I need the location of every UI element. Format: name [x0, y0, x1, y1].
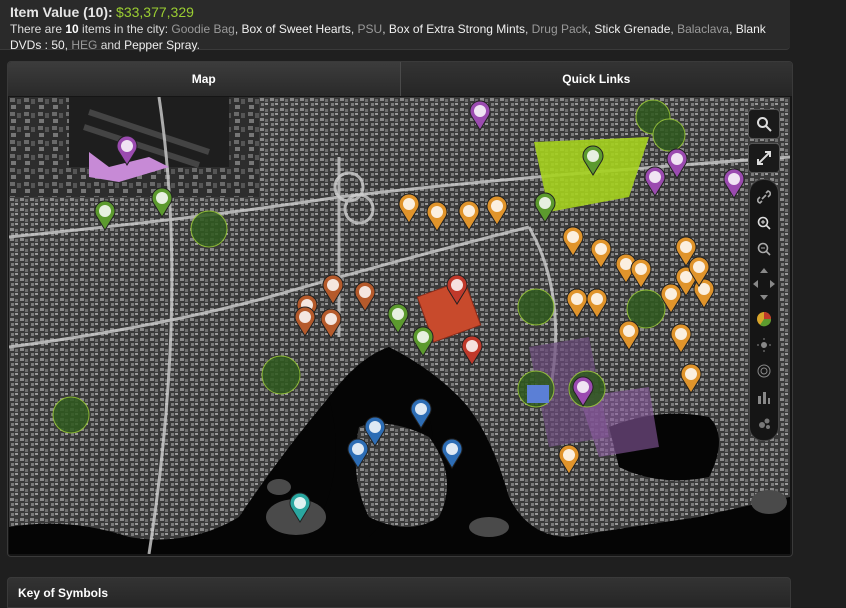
sun-button[interactable] [750, 332, 778, 358]
poi-marker[interactable] [293, 305, 317, 337]
tab-quick-links[interactable]: Quick Links [400, 62, 792, 96]
item-name[interactable]: Pepper Spray [124, 38, 197, 52]
pan-control[interactable] [750, 262, 778, 306]
purple-top-marker[interactable] [468, 99, 492, 131]
poi-marker[interactable] [353, 280, 377, 312]
item-name[interactable]: Goodie Bag [171, 22, 234, 36]
poi-marker[interactable] [457, 199, 481, 231]
poi-marker[interactable] [629, 257, 653, 289]
bars-icon [758, 392, 770, 404]
casino-marker[interactable] [557, 443, 581, 475]
poi-marker[interactable] [659, 282, 683, 314]
poi-marker[interactable] [411, 325, 435, 357]
link-button[interactable] [750, 184, 778, 210]
item-list-middle: items in the city: [78, 22, 172, 36]
poi-marker[interactable] [617, 319, 641, 351]
poi-marker[interactable] [669, 322, 693, 354]
fullscreen-button[interactable] [748, 143, 780, 173]
pan-arrows-icon [753, 268, 775, 300]
pie-chart-icon [757, 312, 772, 327]
poi-marker[interactable] [386, 302, 410, 334]
gym-marker[interactable] [150, 186, 174, 218]
expand-icon [757, 151, 771, 165]
car-marker[interactable] [665, 147, 689, 179]
poi-marker[interactable] [585, 287, 609, 319]
poi-marker[interactable] [397, 192, 421, 224]
dots-icon [759, 418, 770, 429]
item-name[interactable]: Balaclava [677, 22, 729, 36]
poi-marker[interactable] [319, 307, 343, 339]
item-value-line: Item Value (10): $33,377,329 [10, 4, 780, 21]
target-button[interactable] [750, 358, 778, 384]
zoom-in-button[interactable] [750, 210, 778, 236]
search-icon [757, 117, 772, 132]
poi-marker[interactable] [321, 273, 345, 305]
park-marker[interactable] [533, 191, 557, 223]
tab-bar: Map Quick Links [8, 62, 792, 96]
map-toolbar [749, 179, 779, 441]
poi-marker[interactable] [561, 225, 585, 257]
poi-marker[interactable] [425, 200, 449, 232]
airport-marker[interactable] [115, 134, 139, 166]
star-marker[interactable] [440, 437, 464, 469]
poi-marker[interactable] [679, 362, 703, 394]
target-marker[interactable] [643, 165, 667, 197]
item-name[interactable]: Box of Extra Strong Mints [389, 22, 525, 36]
poi-marker[interactable] [409, 397, 433, 429]
item-list-prefix: There are [10, 22, 66, 36]
poi-marker[interactable] [589, 237, 613, 269]
key-of-symbols-header[interactable]: Key of Symbols [7, 577, 791, 608]
poi-marker[interactable] [687, 255, 711, 287]
link-icon [757, 190, 771, 204]
item-name[interactable]: HEG [71, 38, 97, 52]
dots-button[interactable] [750, 410, 778, 436]
poi-marker[interactable] [571, 375, 595, 407]
item-value-title: Item Value (10): [10, 4, 113, 20]
jail-marker[interactable] [445, 273, 469, 305]
item-name[interactable]: Drug Pack [532, 22, 588, 36]
target-icon [757, 364, 771, 378]
stadium-marker[interactable] [581, 144, 605, 176]
item-name[interactable]: Stick Grenade [594, 22, 670, 36]
pin-right-marker[interactable] [722, 167, 746, 199]
poi-marker[interactable] [346, 437, 370, 469]
tab-map[interactable]: Map [8, 62, 401, 96]
grad-marker[interactable] [93, 199, 117, 231]
item-value-panel: Item Value (10): $33,377,329 There are 1… [0, 0, 790, 53]
item-name[interactable]: PSU [358, 22, 383, 36]
hospital-marker[interactable] [460, 334, 484, 366]
item-value-total: $33,377,329 [116, 4, 194, 20]
zoom-out-button[interactable] [750, 236, 778, 262]
map-search-button[interactable] [748, 109, 780, 139]
overlay-pie-button[interactable] [750, 306, 778, 332]
item-list-text: There are 10 items in the city: Goodie B… [10, 21, 780, 53]
poi-marker[interactable] [485, 194, 509, 226]
zoom-out-icon [757, 242, 771, 256]
sun-icon [757, 338, 771, 352]
zoom-in-icon [757, 216, 771, 230]
key-marker[interactable] [288, 491, 312, 523]
stats-button[interactable] [750, 384, 778, 410]
item-count: 10 [65, 22, 79, 36]
city-map[interactable] [9, 97, 790, 554]
item-name[interactable]: Box of Sweet Hearts [241, 22, 350, 36]
map-panel: Map Quick Links [7, 61, 793, 557]
map-controls [745, 105, 783, 447]
